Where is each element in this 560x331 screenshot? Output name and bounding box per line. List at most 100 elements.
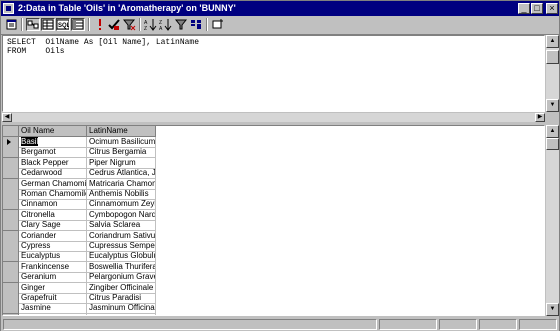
maximize-button[interactable]: □ <box>531 3 543 14</box>
cell-latin-name[interactable]: Ocimum Basilicum <box>87 137 156 148</box>
cell-latin-name[interactable]: Juniperus Commun <box>87 313 156 315</box>
scroll-left-button[interactable]: ◀ <box>2 113 12 122</box>
row-selector[interactable] <box>3 241 19 252</box>
cell-oil-name[interactable]: Jasmine <box>19 303 87 315</box>
sql-horizontal-scrollbar[interactable]: ◀ ▶ <box>2 113 545 122</box>
cell-oil-name[interactable]: Coriander <box>19 230 87 242</box>
cell-latin-name[interactable]: Cinnamomum Zeyla <box>87 199 156 211</box>
sql-line-from[interactable]: FROM Oils <box>7 47 65 56</box>
table-row[interactable]: Coriander Coriandrum Sativum <box>3 230 156 242</box>
row-selector[interactable] <box>3 230 19 242</box>
show-grid-pane-icon[interactable] <box>41 18 55 31</box>
cell-latin-name[interactable]: Zingiber Officinale <box>87 282 156 294</box>
cell-latin-name[interactable]: Pelargonium Graveo <box>87 272 156 284</box>
table-row[interactable]: Eucalyptus Eucalyptus Globulus <box>3 251 156 263</box>
cell-oil-name[interactable]: Ginger <box>19 282 87 294</box>
scroll-up-button[interactable]: ▲ <box>546 35 559 48</box>
row-selector[interactable] <box>3 272 19 284</box>
filter-icon[interactable] <box>174 18 188 31</box>
verify-sql-icon[interactable] <box>107 18 121 31</box>
scroll-thumb[interactable] <box>546 50 559 64</box>
table-row[interactable]: Frankincense Boswellia Thurifera <box>3 261 156 273</box>
cell-latin-name[interactable]: Piper Nigrum <box>87 157 156 169</box>
cell-latin-name[interactable]: Cupressus Semperv <box>87 241 156 252</box>
show-sql-pane-icon[interactable]: SQL <box>56 18 71 31</box>
properties-icon[interactable] <box>5 18 19 31</box>
table-row[interactable]: Roman Chamomile Anthemis Nobilis <box>3 189 156 200</box>
grid-scroll-up-button[interactable]: ▲ <box>546 125 559 138</box>
cell-latin-name[interactable]: Eucalyptus Globulus <box>87 251 156 263</box>
show-results-pane-icon[interactable] <box>71 18 85 31</box>
table-row[interactable]: Basil Ocimum Basilicum <box>3 137 156 148</box>
grid-vertical-scrollbar[interactable]: ▲ ▼ <box>546 125 559 316</box>
column-header-latin-name[interactable]: LatinName <box>87 126 156 137</box>
scroll-right-button[interactable]: ▶ <box>535 113 545 122</box>
cell-oil-name[interactable]: Black Pepper <box>19 157 87 169</box>
cell-latin-name[interactable]: Citrus Bergamia <box>87 147 156 159</box>
grid-scroll-down-button[interactable]: ▼ <box>546 303 559 316</box>
column-header-oil-name[interactable]: Oil Name <box>19 126 87 137</box>
cell-oil-name[interactable]: Cedarwood <box>19 168 87 180</box>
cell-oil-name[interactable]: Roman Chamomile <box>19 189 87 200</box>
cell-oil-name[interactable]: Juniper <box>19 313 87 315</box>
row-selector[interactable] <box>3 147 19 159</box>
cell-oil-name[interactable]: Cypress <box>19 241 87 252</box>
row-selector[interactable] <box>3 313 19 315</box>
cell-latin-name[interactable]: Anthemis Nobilis <box>87 189 156 200</box>
sql-pane[interactable]: SELECT OilName As [Oil Name], LatinName … <box>2 35 545 112</box>
cell-oil-name[interactable]: Bergamot <box>19 147 87 159</box>
row-selector[interactable] <box>3 209 19 221</box>
row-selector[interactable] <box>3 189 19 200</box>
row-selector[interactable] <box>3 168 19 180</box>
cell-latin-name[interactable]: Matricaria Chamom <box>87 178 156 190</box>
cell-oil-name[interactable]: Clary Sage <box>19 220 87 232</box>
cell-latin-name[interactable]: Coriandrum Sativum <box>87 230 156 242</box>
remove-filter-icon[interactable] <box>122 18 136 31</box>
table-row[interactable]: Cedarwood Cedrus Atlantica, J <box>3 168 156 180</box>
cell-latin-name[interactable]: Salvia Sclarea <box>87 220 156 232</box>
table-row[interactable]: Cinnamon Cinnamomum Zeyla <box>3 199 156 211</box>
row-selector[interactable] <box>3 293 19 304</box>
row-selector-header[interactable] <box>3 126 19 137</box>
table-row[interactable]: Citronella Cymbopogon Nardi <box>3 209 156 221</box>
sort-ascending-icon[interactable]: AZ <box>144 18 158 32</box>
cell-oil-name[interactable]: Cinnamon <box>19 199 87 211</box>
row-selector[interactable] <box>3 178 19 190</box>
sort-descending-icon[interactable]: ZA <box>159 18 173 32</box>
group-by-icon[interactable] <box>189 18 203 31</box>
table-row[interactable]: Black Pepper Piper Nigrum <box>3 157 156 169</box>
row-selector[interactable] <box>3 303 19 315</box>
cell-oil-name[interactable]: Geranium <box>19 272 87 284</box>
grid-scroll-thumb[interactable] <box>546 138 559 150</box>
run-icon[interactable] <box>93 18 107 31</box>
table-row[interactable]: Clary Sage Salvia Sclarea <box>3 220 156 232</box>
table-row[interactable]: Geranium Pelargonium Graveo <box>3 272 156 284</box>
window-icon[interactable] <box>3 3 14 14</box>
cell-oil-name[interactable]: German Chamomile <box>19 178 87 190</box>
scroll-down-button[interactable]: ▼ <box>546 99 559 112</box>
row-selector[interactable] <box>3 137 19 148</box>
table-row[interactable]: Ginger Zingiber Officinale <box>3 282 156 294</box>
cell-oil-name[interactable]: Grapefruit <box>19 293 87 304</box>
table-row[interactable]: Jasmine Jasminum Officinal <box>3 303 156 315</box>
minimize-button[interactable]: _ <box>518 3 530 14</box>
cell-latin-name[interactable]: Boswellia Thurifera <box>87 261 156 273</box>
cell-latin-name[interactable]: Cedrus Atlantica, J <box>87 168 156 180</box>
row-selector[interactable] <box>3 199 19 211</box>
row-selector[interactable] <box>3 251 19 263</box>
table-row[interactable]: JuniperJuniperus Commun <box>3 313 156 315</box>
show-diagram-pane-icon[interactable] <box>26 18 40 31</box>
row-selector[interactable] <box>3 261 19 273</box>
row-selector[interactable] <box>3 220 19 232</box>
cell-latin-name[interactable]: Cymbopogon Nardi <box>87 209 156 221</box>
cell-latin-name[interactable]: Citrus Paradisi <box>87 293 156 304</box>
table-row[interactable]: German Chamomile Matricaria Chamom <box>3 178 156 190</box>
cell-latin-name[interactable]: Jasminum Officinal <box>87 303 156 315</box>
cell-oil-name[interactable]: Basil <box>19 137 87 148</box>
close-button[interactable]: × <box>546 3 558 14</box>
table-row[interactable]: Grapefruit Citrus Paradisi <box>3 293 156 304</box>
title-bar[interactable]: 2:Data in Table 'Oils' in 'Aromatherapy'… <box>1 1 559 16</box>
sql-line-select[interactable]: SELECT OilName As [Oil Name], LatinName <box>7 38 199 47</box>
cell-oil-name[interactable]: Citronella <box>19 209 87 221</box>
table-row[interactable]: Bergamot Citrus Bergamia <box>3 147 156 159</box>
